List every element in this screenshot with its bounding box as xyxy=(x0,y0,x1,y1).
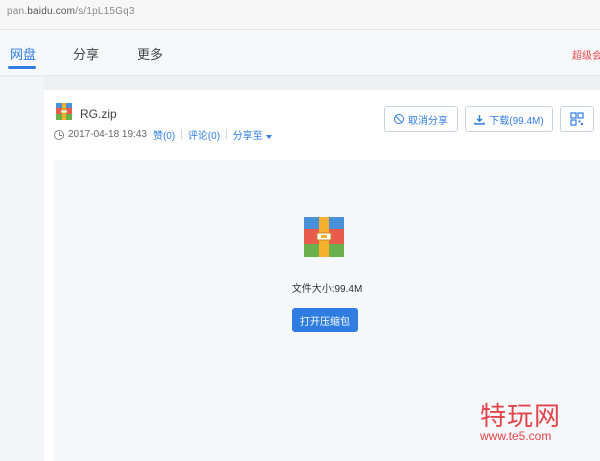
like-link[interactable]: 赞(0) xyxy=(153,127,175,142)
watermark-url: www.te5.com xyxy=(480,429,552,443)
chevron-down-icon xyxy=(265,135,272,139)
cancel-share-label: 取消分享 xyxy=(408,115,448,127)
sidebar xyxy=(0,77,44,461)
ban-icon xyxy=(394,114,404,124)
download-button[interactable]: 下载(99.4M) xyxy=(465,106,553,132)
clock-icon xyxy=(54,129,64,140)
comment-link[interactable]: 评论(0) xyxy=(188,127,220,142)
tab-more[interactable]: 更多 xyxy=(137,44,163,63)
tab-netdisk[interactable]: 网盘 xyxy=(10,44,36,63)
top-nav: 网盘 分享 更多 超级会员 xyxy=(0,30,600,76)
address-bar[interactable]: pan.baidu.com/s/1pL15Gq3 xyxy=(0,0,600,30)
file-size-text: 文件大小:99.4M xyxy=(291,284,363,295)
qr-code-icon xyxy=(570,112,584,126)
file-name: RG.zip xyxy=(80,107,117,121)
site-watermark: 特玩网 www.te5.com xyxy=(474,396,594,456)
cancel-share-button[interactable]: 取消分享 xyxy=(384,106,458,132)
divider: | xyxy=(180,129,183,140)
super-vip-link[interactable]: 超级会员 xyxy=(572,47,600,62)
url-text[interactable]: pan.baidu.com/s/1pL15Gq3 xyxy=(7,6,135,17)
zip-archive-icon xyxy=(304,217,344,257)
share-to-label: 分享至 xyxy=(232,131,263,142)
active-tab-indicator xyxy=(8,66,36,69)
url-path: /s/1pL15Gq3 xyxy=(75,6,135,17)
file-meta: 2017-04-18 19:43 赞(0) | 评论(0) | 分享至 xyxy=(54,127,272,142)
tab-share[interactable]: 分享 xyxy=(73,44,99,63)
open-archive-button[interactable]: 打开压缩包 xyxy=(292,308,358,332)
url-host: baidu.com xyxy=(27,6,76,17)
watermark-text: 特玩网 xyxy=(480,402,562,432)
download-icon xyxy=(474,114,485,125)
divider: | xyxy=(225,129,228,140)
share-to-dropdown[interactable]: 分享至 xyxy=(233,127,272,142)
qr-code-button[interactable] xyxy=(560,106,594,132)
download-label: 下载(99.4M) xyxy=(489,115,544,127)
share-date: 2017-04-18 19:43 xyxy=(68,129,147,140)
zip-file-icon xyxy=(56,103,72,120)
url-host-prefix: pan. xyxy=(7,6,28,17)
